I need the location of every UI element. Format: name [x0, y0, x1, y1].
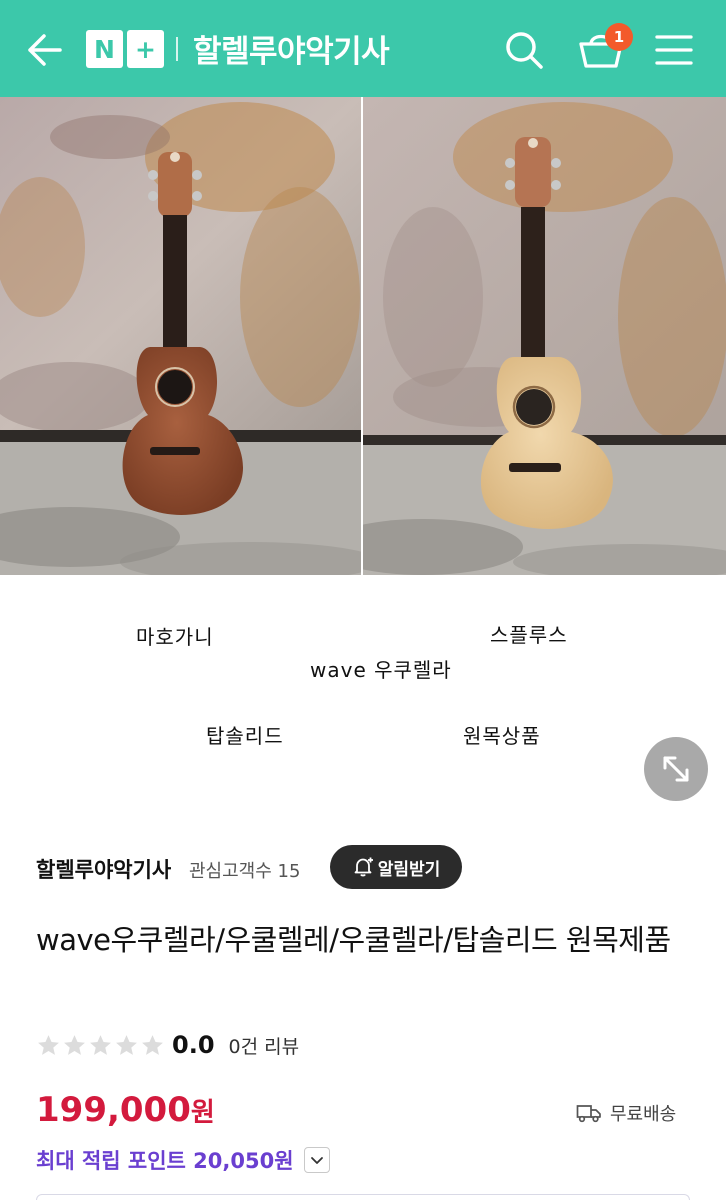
product-price: 199,000원: [36, 1090, 215, 1130]
caption-top-solid: 탑솔리드: [206, 724, 284, 748]
logo-n: N: [86, 30, 123, 68]
cart-count-badge: 1: [605, 23, 633, 51]
notification-subscribe-button[interactable]: 알림받기: [330, 845, 462, 889]
caption-mahogany: 마호가니: [136, 625, 214, 649]
hamburger-menu-icon: [655, 35, 693, 65]
shipping-info: 무료배송: [576, 1100, 676, 1126]
spruce-ukulele-photo: [363, 97, 726, 575]
naver-plus-logo[interactable]: N +: [86, 30, 164, 68]
logo-plus: +: [127, 30, 164, 68]
delivery-truck-icon: [576, 1105, 601, 1123]
follower-count: 관심고객수 15: [189, 861, 301, 882]
chevron-down-icon: [303, 1147, 330, 1173]
next-section-edge: [36, 1194, 690, 1200]
star-empty-icon: [38, 1034, 59, 1055]
expand-arrows-icon: [663, 756, 689, 782]
star-empty-icon: [116, 1034, 137, 1055]
caption-product-name: wave 우쿠렐라: [310, 658, 452, 682]
back-arrow-button[interactable]: [24, 28, 64, 72]
points-info-toggle[interactable]: 최대 적립 포인트 20,050원: [36, 1145, 330, 1175]
search-icon: [506, 32, 543, 69]
bell-plus-icon: [354, 857, 373, 877]
product-title: wave우쿠렐라/우쿨렐레/우쿨렐라/탑솔리드 원목제품: [36, 923, 671, 957]
points-label: 최대 적립 포인트 20,050원: [36, 1149, 294, 1173]
price-amount: 199,000: [36, 1090, 191, 1130]
gallery-captions: 마호가니 스플루스 wave 우쿠렐라 탑솔리드 원목상품: [0, 577, 726, 817]
rating-stars: [36, 1033, 165, 1058]
header-store-name[interactable]: 할렐루야악기사: [193, 26, 390, 71]
mahogany-ukulele-photo: [0, 97, 361, 575]
back-arrow-icon: [28, 34, 62, 66]
caption-solid-wood: 원목상품: [463, 724, 541, 748]
top-header-bar: N + 할렐루야악기사 1: [0, 0, 726, 97]
rating-score: 0.0: [172, 1031, 215, 1059]
header-divider: [176, 37, 178, 61]
star-empty-icon: [142, 1034, 163, 1055]
expand-image-button[interactable]: [644, 737, 708, 801]
search-button[interactable]: [502, 28, 546, 72]
price-unit: 원: [190, 1098, 215, 1128]
star-empty-icon: [90, 1034, 111, 1055]
alarm-button-label: 알림받기: [377, 859, 441, 880]
seller-name-link[interactable]: 할렐루야악기사: [36, 854, 171, 884]
menu-button[interactable]: [654, 30, 694, 70]
caption-spruce: 스플루스: [490, 623, 568, 647]
shipping-label: 무료배송: [610, 1104, 677, 1125]
rating-summary[interactable]: 0.0 0건 리뷰: [36, 1030, 299, 1060]
star-empty-icon: [64, 1034, 85, 1055]
product-image-gallery[interactable]: [0, 97, 726, 577]
review-count-link[interactable]: 0건 리뷰: [229, 1032, 300, 1059]
